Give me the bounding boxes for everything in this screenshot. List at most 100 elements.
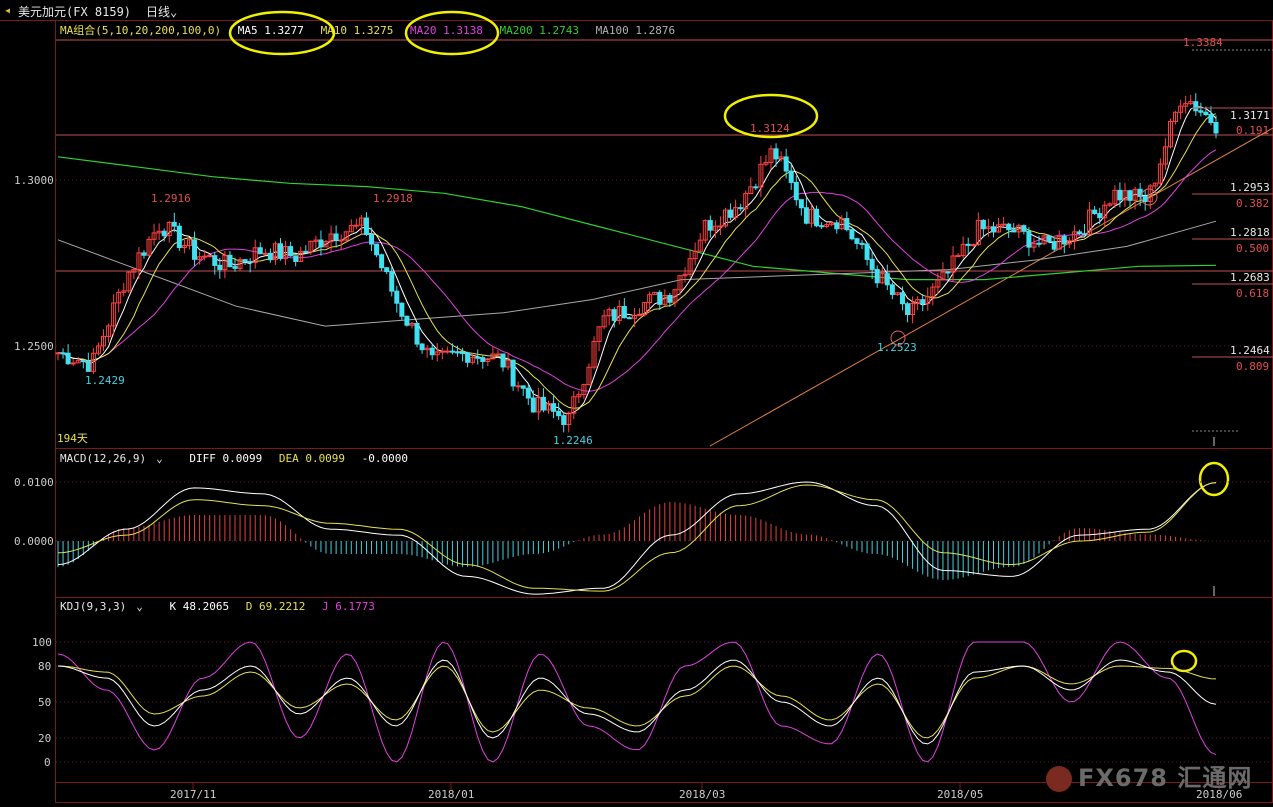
candle-body[interactable] xyxy=(561,415,567,425)
candle-body[interactable] xyxy=(753,186,759,189)
candle-body[interactable] xyxy=(379,254,385,269)
candle-body[interactable] xyxy=(1208,113,1214,123)
candle-body[interactable] xyxy=(899,292,905,305)
candle-body[interactable] xyxy=(510,359,516,387)
candle-body[interactable] xyxy=(1092,209,1098,215)
candle-body[interactable] xyxy=(384,267,390,273)
candle-body[interactable] xyxy=(1082,233,1088,236)
candle-body[interactable] xyxy=(783,156,789,172)
candle-body[interactable] xyxy=(449,350,455,353)
candle-body[interactable] xyxy=(657,291,663,305)
candle-body[interactable] xyxy=(232,266,238,269)
candle-body[interactable] xyxy=(262,252,268,255)
candle-body[interactable] xyxy=(141,252,147,256)
candle-body[interactable] xyxy=(399,302,405,317)
candle-body[interactable] xyxy=(414,323,420,345)
candle-body[interactable] xyxy=(202,255,208,258)
candle-body[interactable] xyxy=(1021,225,1027,232)
candle-body[interactable] xyxy=(500,353,506,368)
candle-body[interactable] xyxy=(207,255,213,258)
candle-body[interactable] xyxy=(227,254,233,268)
candle-body[interactable] xyxy=(374,243,380,256)
candle-body[interactable] xyxy=(1076,231,1082,235)
candle-body[interactable] xyxy=(495,353,501,356)
candle-body[interactable] xyxy=(85,360,91,372)
candle-body[interactable] xyxy=(637,314,643,317)
candle-body[interactable] xyxy=(1117,189,1123,201)
highlight-circle-kdj[interactable] xyxy=(1170,649,1198,673)
candle-body[interactable] xyxy=(171,221,177,227)
candle-body[interactable] xyxy=(419,343,425,351)
candle-body[interactable] xyxy=(738,207,744,210)
highlight-ellipses[interactable] xyxy=(228,10,1230,673)
candle-body[interactable] xyxy=(217,264,223,271)
candle-body[interactable] xyxy=(965,243,971,246)
candle-body[interactable] xyxy=(773,148,779,160)
candle-body[interactable] xyxy=(444,350,450,353)
candle-body[interactable] xyxy=(1198,110,1204,113)
candle-body[interactable] xyxy=(288,246,294,257)
candle-body[interactable] xyxy=(429,347,435,356)
candle-body[interactable] xyxy=(798,199,804,209)
candle-body[interactable] xyxy=(257,247,263,255)
highlight-circle-macd[interactable] xyxy=(1198,461,1230,497)
candle-body[interactable] xyxy=(621,305,627,319)
candle-body[interactable] xyxy=(293,255,299,262)
candle-body[interactable] xyxy=(242,259,248,263)
candle-body[interactable] xyxy=(626,317,632,320)
candle-body[interactable] xyxy=(991,226,997,233)
candle-body[interactable] xyxy=(540,396,546,411)
candle-body[interactable] xyxy=(905,303,911,315)
candle-body[interactable] xyxy=(80,360,86,363)
candle-body[interactable] xyxy=(970,244,976,247)
candle-body[interactable] xyxy=(70,362,76,365)
candle-body[interactable] xyxy=(793,181,799,201)
candle-body[interactable] xyxy=(454,351,460,354)
candle-body[interactable] xyxy=(1203,111,1209,115)
candle-body[interactable] xyxy=(192,239,198,260)
candle-body[interactable] xyxy=(353,224,359,227)
support-trendline[interactable] xyxy=(709,127,1273,447)
candle-body[interactable] xyxy=(788,170,794,183)
candle-body[interactable] xyxy=(864,243,870,260)
candle-body[interactable] xyxy=(55,352,61,355)
candle-body[interactable] xyxy=(834,222,840,230)
candle-body[interactable] xyxy=(530,397,536,413)
candle-body[interactable] xyxy=(667,294,673,303)
candle-body[interactable] xyxy=(945,271,951,274)
candle-body[interactable] xyxy=(525,387,531,399)
candle-body[interactable] xyxy=(849,229,855,240)
highlight-ellipse-ma20[interactable] xyxy=(404,10,500,56)
candle-body[interactable] xyxy=(247,261,253,264)
candle-body[interactable] xyxy=(318,239,324,248)
candle-body[interactable] xyxy=(1006,223,1012,231)
candle-body[interactable] xyxy=(65,352,71,365)
candle-body[interactable] xyxy=(1061,235,1067,245)
candle-body[interactable] xyxy=(844,218,850,231)
candle-body[interactable] xyxy=(556,410,562,417)
candle-body[interactable] xyxy=(1011,229,1017,233)
candle-body[interactable] xyxy=(338,239,344,242)
candle-body[interactable] xyxy=(884,273,890,286)
candle-body[interactable] xyxy=(389,271,395,292)
candle-body[interactable] xyxy=(303,250,309,253)
candle-body[interactable] xyxy=(460,352,466,355)
candle-body[interactable] xyxy=(439,350,445,353)
candle-body[interactable] xyxy=(717,225,723,228)
candle-body[interactable] xyxy=(869,258,875,270)
candle-body[interactable] xyxy=(520,385,526,389)
candle-body[interactable] xyxy=(854,238,860,244)
candle-body[interactable] xyxy=(707,220,713,231)
candle-body[interactable] xyxy=(980,219,986,230)
candle-body[interactable] xyxy=(212,255,218,266)
candle-body[interactable] xyxy=(1001,223,1007,226)
candle-body[interactable] xyxy=(874,268,880,284)
candle-body[interactable] xyxy=(803,207,809,224)
candle-body[interactable] xyxy=(1026,230,1032,248)
candle-body[interactable] xyxy=(955,255,961,258)
candle-body[interactable] xyxy=(1097,213,1103,219)
candle-body[interactable] xyxy=(889,284,895,295)
candle-body[interactable] xyxy=(475,356,481,359)
candle-body[interactable] xyxy=(611,309,617,321)
candle-body[interactable] xyxy=(176,225,182,249)
